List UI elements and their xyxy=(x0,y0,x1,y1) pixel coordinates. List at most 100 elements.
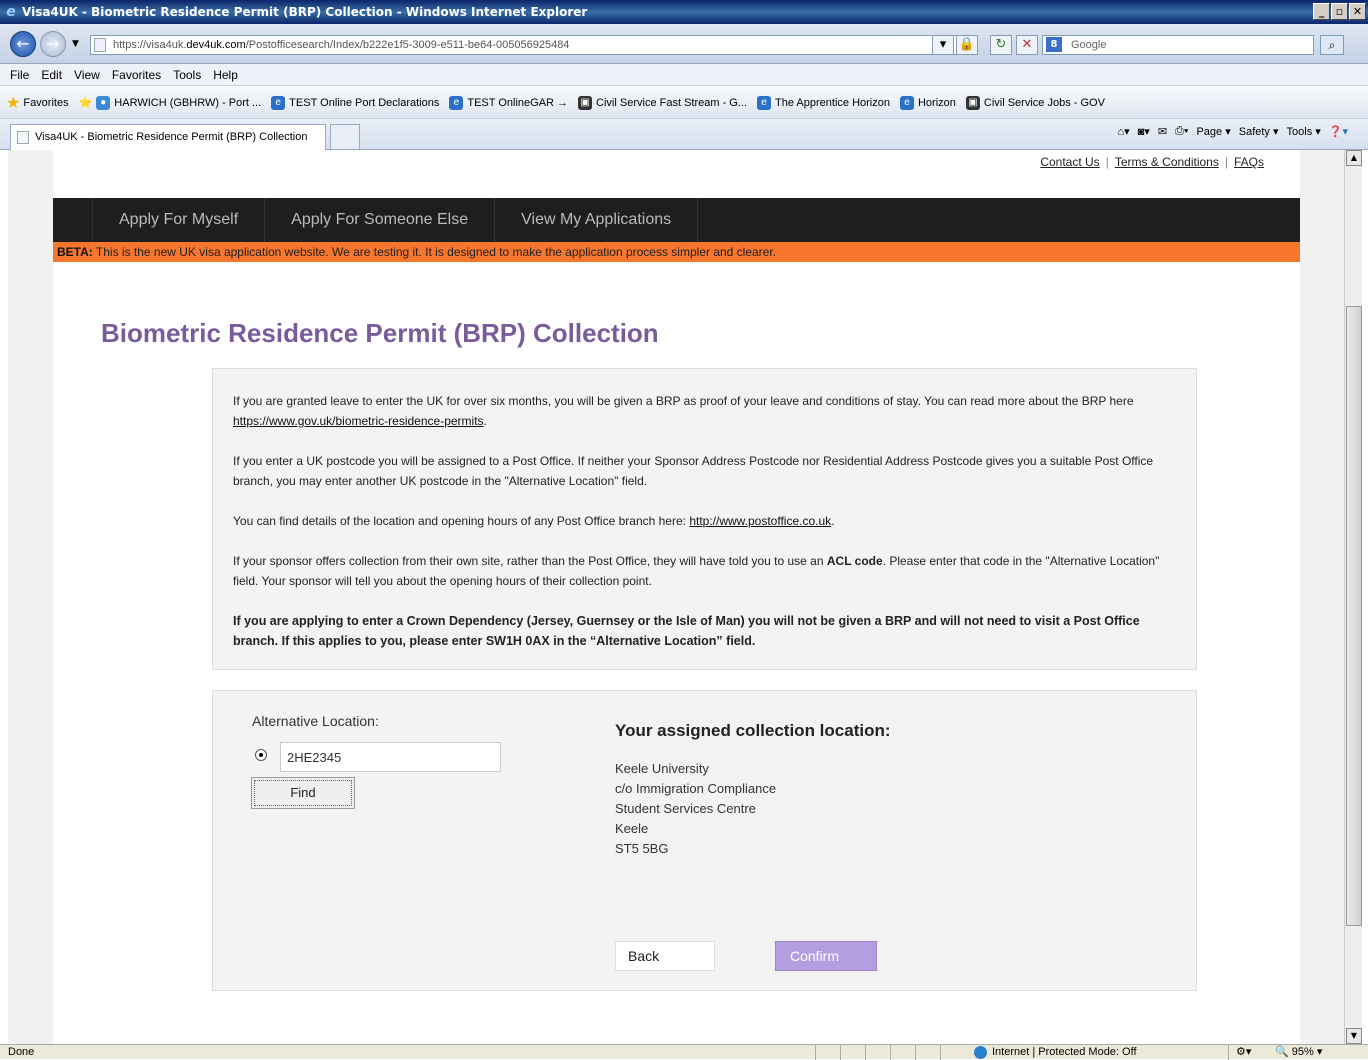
info-panel: If you are granted leave to enter the UK… xyxy=(212,368,1197,670)
menu-favorites[interactable]: Favorites xyxy=(112,68,161,82)
command-bar: ⌂▾ ◙▾ ✉ ⎙▾ Page ▾ Safety ▾ Tools ▾ ❓▾ xyxy=(1117,125,1348,138)
search-go-icon[interactable]: ⌕ xyxy=(1320,35,1344,55)
status-divider xyxy=(840,1045,841,1060)
ie-page-icon: e xyxy=(271,95,286,110)
favorite-link-apprentice[interactable]: e The Apprentice Horizon xyxy=(757,95,890,110)
favorites-button[interactable]: ★ Favorites xyxy=(6,93,69,113)
status-divider xyxy=(865,1045,866,1060)
back-button[interactable]: Back xyxy=(615,941,715,971)
favorite-link-fast-stream[interactable]: ▣ Civil Service Fast Stream - G... xyxy=(578,95,747,110)
alternative-location-input[interactable] xyxy=(280,742,501,772)
address-line: c/o Immigration Compliance xyxy=(615,781,777,796)
tools-menu[interactable]: Tools ▾ xyxy=(1287,125,1321,138)
nav-spacer xyxy=(53,198,93,242)
link-separator: | xyxy=(1224,155,1228,169)
forward-arrow-icon[interactable]: → xyxy=(40,31,66,57)
help-icon[interactable]: ❓▾ xyxy=(1329,125,1348,138)
refresh-icon[interactable]: ↻ xyxy=(990,35,1012,55)
stop-icon[interactable]: ✕ xyxy=(1016,35,1038,55)
star-icon: ★ xyxy=(6,94,21,112)
page-favicon-icon xyxy=(17,131,29,144)
brp-info-link[interactable]: https://www.gov.uk/biometric-residence-p… xyxy=(233,414,484,428)
search-input[interactable]: Google xyxy=(1042,35,1314,55)
favorite-link-onlinegar[interactable]: e TEST OnlineGAR → xyxy=(449,95,568,110)
menu-edit[interactable]: Edit xyxy=(41,68,62,82)
status-divider xyxy=(915,1045,916,1060)
contact-us-link[interactable]: Contact Us xyxy=(1040,155,1099,169)
url-input[interactable]: https://visa4uk.dev4uk.com/Postofficesea… xyxy=(90,35,978,55)
ie-logo-icon: e xyxy=(6,4,16,20)
assigned-address: Keele University c/o Immigration Complia… xyxy=(615,759,776,859)
minimize-button[interactable]: _ xyxy=(1313,3,1330,20)
feeds-icon[interactable]: ◙▾ xyxy=(1138,125,1150,138)
status-text: Done xyxy=(8,1046,35,1058)
status-divider xyxy=(1228,1045,1229,1060)
new-tab-button[interactable] xyxy=(330,124,360,150)
status-divider xyxy=(940,1045,941,1060)
close-button[interactable]: ✕ xyxy=(1349,3,1366,20)
safety-menu[interactable]: Safety ▾ xyxy=(1239,125,1279,138)
mail-icon[interactable]: ✉ xyxy=(1158,125,1167,138)
tab-brp-collection[interactable]: Visa4UK - Biometric Residence Permit (BR… xyxy=(10,124,326,150)
info-paragraph: You can find details of the location and… xyxy=(233,514,835,528)
location-form: Alternative Location: Find Your assigned… xyxy=(212,690,1197,991)
alternative-location-label: Alternative Location: xyxy=(252,713,379,729)
favorite-link-horizon[interactable]: e Horizon xyxy=(899,95,956,110)
info-paragraph: If you enter a UK postcode you will be a… xyxy=(233,454,1154,488)
menu-tools[interactable]: Tools xyxy=(173,68,201,82)
address-toolbar: ← → ▼ https://visa4uk.dev4uk.com/Postoff… xyxy=(0,24,1368,64)
menu-view[interactable]: View xyxy=(74,68,100,82)
postoffice-link[interactable]: http://www.postoffice.co.uk xyxy=(689,514,831,528)
page-menu[interactable]: Page ▾ xyxy=(1196,125,1230,138)
history-dropdown-icon[interactable]: ▼ xyxy=(72,39,79,49)
confirm-button[interactable]: Confirm xyxy=(775,941,877,971)
beta-label: BETA: xyxy=(57,245,93,259)
nav-view-my-applications[interactable]: View My Applications xyxy=(495,198,699,242)
top-links: Contact Us | Terms & Conditions | FAQs xyxy=(1040,155,1264,169)
window-titlebar: e Visa4UK - Biometric Residence Permit (… xyxy=(0,0,1368,24)
add-favorite-icon[interactable]: ⭐ xyxy=(79,96,93,109)
scroll-down-icon[interactable]: ▼ xyxy=(1346,1028,1362,1044)
vertical-scrollbar[interactable]: ▲ ▼ xyxy=(1344,150,1362,1044)
find-button[interactable]: Find xyxy=(251,777,355,809)
back-arrow-icon[interactable]: ← xyxy=(10,31,36,57)
site-icon: ● xyxy=(96,95,111,110)
nav-apply-for-myself[interactable]: Apply For Myself xyxy=(93,198,266,242)
gov-site-icon: ▣ xyxy=(965,95,980,110)
ie-page-icon: e xyxy=(449,95,464,110)
menu-bar: File Edit View Favorites Tools Help xyxy=(0,64,1368,86)
menu-help[interactable]: Help xyxy=(213,68,238,82)
maximize-button[interactable]: ▫ xyxy=(1331,3,1348,20)
zoom-level[interactable]: 🔍 95% ▾ xyxy=(1275,1045,1322,1059)
favorite-link-civil-service-jobs[interactable]: ▣ Civil Service Jobs - GOV xyxy=(965,95,1105,110)
protected-mode-icon[interactable]: ⚙▾ xyxy=(1236,1045,1251,1059)
scroll-up-icon[interactable]: ▲ xyxy=(1346,150,1362,166)
favorite-link-port-declarations[interactable]: e TEST Online Port Declarations xyxy=(271,95,439,110)
crown-dependency-notice: If you are applying to enter a Crown Dep… xyxy=(233,614,1140,648)
address-line: Keele xyxy=(615,821,649,836)
home-icon[interactable]: ⌂▾ xyxy=(1117,125,1129,138)
address-line: Student Services Centre xyxy=(615,801,756,816)
tab-bar: Visa4UK - Biometric Residence Permit (BR… xyxy=(0,119,1368,150)
page-favicon-icon xyxy=(94,38,106,52)
page-title: Biometric Residence Permit (BRP) Collect… xyxy=(101,318,659,348)
address-line: Keele University xyxy=(615,761,709,776)
alternative-location-radio[interactable] xyxy=(255,749,267,761)
page-container: Contact Us | Terms & Conditions | FAQs Apply… xyxy=(53,150,1300,1044)
status-divider xyxy=(815,1045,816,1060)
window-title: Visa4UK - Biometric Residence Permit (BR… xyxy=(22,5,588,19)
beta-banner: BETA: This is the new UK visa applicatio… xyxy=(53,242,1300,262)
info-paragraph: If your sponsor offers collection from t… xyxy=(233,554,1160,588)
link-separator: | xyxy=(1105,155,1109,169)
gov-site-icon: ▣ xyxy=(578,95,593,110)
scroll-thumb[interactable] xyxy=(1346,306,1362,926)
terms-link[interactable]: Terms & Conditions xyxy=(1115,155,1219,169)
url-dropdown-icon[interactable]: ▾ xyxy=(932,35,954,55)
faqs-link[interactable]: FAQs xyxy=(1234,155,1264,169)
security-zone[interactable]: Internet | Protected Mode: Off xyxy=(972,1045,1137,1059)
menu-file[interactable]: File xyxy=(10,68,29,82)
print-icon[interactable]: ⎙▾ xyxy=(1175,125,1188,138)
lock-icon[interactable]: 🔒 xyxy=(956,35,978,55)
nav-apply-for-someone-else[interactable]: Apply For Someone Else xyxy=(265,198,496,242)
favorite-link-harwich[interactable]: ● HARWICH (GBHRW) - Port ... xyxy=(96,95,261,110)
